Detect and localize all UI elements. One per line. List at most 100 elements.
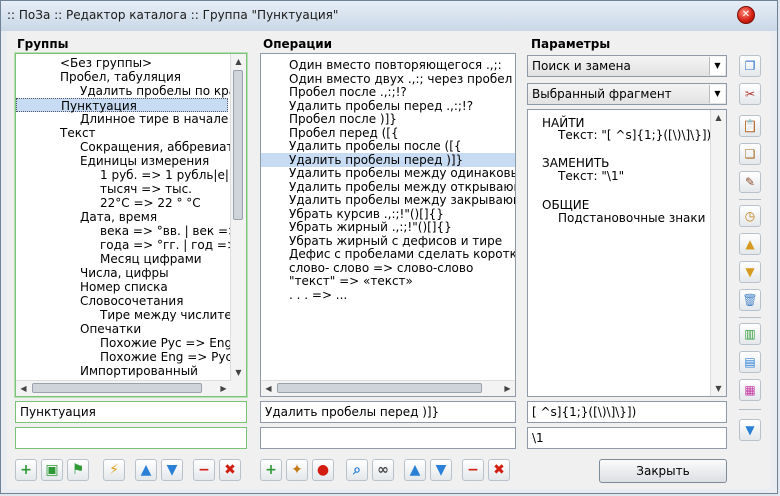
cut-icon[interactable]: ✂: [739, 83, 761, 105]
operations-list[interactable]: . . . => ... "текст" => «текст» слово- сло…: [260, 53, 516, 397]
groups-tree[interactable]: Импортированный Похожие Eng => Рус Похожие…: [15, 53, 247, 397]
trash-icon[interactable]: 🗑: [739, 289, 761, 311]
tree-item[interactable]: Дата, время: [16, 210, 157, 224]
group-name-field[interactable]: Пунктуация: [15, 401, 247, 423]
chevron-down-icon[interactable]: ▼: [709, 57, 725, 75]
list-item[interactable]: Дефис с пробелами сделать коротким: [261, 247, 515, 261]
like-icon[interactable]: ▲: [739, 233, 761, 255]
group-extra-field[interactable]: [15, 427, 247, 449]
groups-vscroll[interactable]: ▲ ▼: [230, 54, 246, 396]
delete-icon[interactable]: ✖: [219, 459, 241, 481]
add-folder-icon[interactable]: ▣: [41, 459, 63, 481]
tree-item[interactable]: Удалить пробелы по краям: [16, 84, 246, 98]
scroll-down-icon[interactable]: ▼: [711, 381, 726, 396]
remove-icon[interactable]: −: [462, 459, 484, 481]
chevron-down-icon[interactable]: ▼: [709, 85, 725, 103]
remove-icon[interactable]: −: [193, 459, 215, 481]
params-panel[interactable]: НАЙТИ Текст: "[ ^s]{1;}([\)\]\}])" ЗАМЕН…: [527, 109, 727, 397]
tree-item[interactable]: 1 руб. => 1 рубль|е|: [16, 168, 229, 182]
search-icon[interactable]: ⌕: [346, 459, 368, 481]
tree-item[interactable]: Сокращения, аббревиатуры: [16, 140, 246, 154]
scope-select[interactable]: Выбранный фрагмент ▼: [527, 83, 727, 105]
add-group-icon[interactable]: +: [15, 459, 37, 481]
delete-icon[interactable]: ✖: [488, 459, 510, 481]
dislike-icon[interactable]: ▼: [739, 261, 761, 283]
tree-item[interactable]: Импортированный: [16, 364, 198, 378]
tree-item[interactable]: Числа, цифры: [16, 266, 169, 280]
wand-icon[interactable]: ✦: [286, 459, 308, 481]
scroll-up-icon[interactable]: ▲: [231, 54, 246, 69]
tree-item[interactable]: Словосочетания: [16, 294, 183, 308]
close-icon[interactable]: ✕: [737, 6, 755, 24]
tree-item[interactable]: Похожие Eng => Рус: [16, 350, 232, 364]
clock-icon[interactable]: ◷: [739, 205, 761, 227]
list-item[interactable]: Один вместо повторяющегося .,;:: [261, 58, 502, 72]
tree-item[interactable]: века => °вв. | век =>: [16, 224, 238, 238]
tree-item[interactable]: Месяц цифрами: [16, 252, 202, 266]
flag-icon[interactable]: ⚑: [67, 459, 89, 481]
scroll-down-icon[interactable]: ▼: [231, 365, 246, 380]
operations-hscroll[interactable]: ◀ ▶: [261, 380, 515, 396]
list-item[interactable]: Убрать жирный с дефисов и тире: [261, 234, 502, 248]
list-item[interactable]: Убрать курсив .,:;!"()[]{}: [261, 207, 444, 221]
paste-icon[interactable]: ❏: [739, 143, 761, 165]
record-icon[interactable]: ●: [312, 459, 334, 481]
tree-item[interactable]: года => °гг. | год =>: [16, 238, 237, 252]
move-down-icon[interactable]: ▼: [430, 459, 452, 481]
operations-hscroll-thumb[interactable]: [277, 383, 482, 393]
groups-hscroll-thumb[interactable]: [32, 383, 202, 393]
list-item[interactable]: Пробел после .,:;!?: [261, 85, 407, 99]
panel-pink-icon[interactable]: ▦: [739, 379, 761, 401]
panel-green-icon[interactable]: ▥: [739, 323, 761, 345]
tree-item[interactable]: 22°C => 22 ° °C: [16, 196, 201, 210]
mode-select[interactable]: Поиск и замена ▼: [527, 55, 727, 77]
tree-item[interactable]: Похожие Рус => Eng: [16, 336, 232, 350]
scroll-left-icon[interactable]: ◀: [261, 381, 276, 396]
operation-name-field[interactable]: Удалить пробелы перед )]}: [260, 401, 516, 423]
scroll-right-icon[interactable]: ▶: [500, 381, 515, 396]
tree-item[interactable]: <Без группы>: [16, 56, 152, 70]
tree-item[interactable]: Единицы измерения: [16, 154, 209, 168]
add-operation-icon[interactable]: +: [260, 459, 282, 481]
flash-icon[interactable]: ⚡: [103, 459, 125, 481]
params-vscroll[interactable]: ▲ ▼: [710, 110, 726, 396]
list-item[interactable]: Удалить пробелы после ([{: [261, 139, 462, 153]
move-up-icon[interactable]: ▲: [135, 459, 157, 481]
groups-hscroll[interactable]: ◀ ▶: [16, 380, 231, 396]
find-field[interactable]: [ ^s]{1;}([\)\]\}]): [527, 401, 727, 423]
panel-blue-icon[interactable]: ▤: [739, 351, 761, 373]
clipboard-icon[interactable]: 📋: [739, 115, 761, 137]
groups-vscroll-thumb[interactable]: [233, 70, 243, 220]
list-item[interactable]: "текст" => «текст»: [261, 274, 413, 288]
list-item[interactable]: Удалить пробелы перед )]}: [261, 152, 515, 167]
replace-field[interactable]: \1: [527, 427, 727, 449]
tree-item[interactable]: Опечатки: [16, 322, 141, 336]
eraser-icon[interactable]: ✎: [739, 171, 761, 193]
list-item[interactable]: Удалить пробелы между открывающим: [261, 180, 515, 194]
tree-item[interactable]: Текст: [16, 126, 96, 140]
scroll-left-icon[interactable]: ◀: [16, 381, 31, 396]
tree-item[interactable]: тысяч => тыс.: [16, 182, 192, 196]
binoculars-icon[interactable]: ∞: [372, 459, 394, 481]
close-button[interactable]: Закрыть: [599, 459, 727, 483]
list-item[interactable]: Удалить пробелы перед .,:;!?: [261, 99, 473, 113]
tree-item[interactable]: Номер списка: [16, 280, 168, 294]
list-item[interactable]: Один вместо двух .,:; через пробел: [261, 72, 512, 86]
move-down-icon[interactable]: ▼: [161, 459, 183, 481]
list-item[interactable]: Удалить пробелы между одинаковыми: [261, 166, 515, 180]
scroll-right-icon[interactable]: ▶: [216, 381, 231, 396]
operation-extra-field[interactable]: [260, 427, 516, 449]
scroll-up-icon[interactable]: ▲: [711, 110, 726, 125]
copy-icon[interactable]: ❐: [739, 55, 761, 77]
list-item[interactable]: Пробел после )]}: [261, 112, 397, 126]
list-item[interactable]: Убрать жирный .,:;!"()[]{}: [261, 220, 452, 234]
tree-item[interactable]: Длинное тире в начале и: [16, 112, 240, 126]
list-item[interactable]: слово- слово => слово-слово: [261, 261, 473, 275]
list-item[interactable]: Удалить пробелы между закрывающим: [261, 193, 515, 207]
tree-item[interactable]: Пробел, табуляция: [16, 70, 181, 84]
list-item[interactable]: Пробел перед ([{: [261, 126, 399, 140]
list-item[interactable]: . . . => ...: [261, 288, 347, 302]
down-arrow-icon[interactable]: ▼: [739, 419, 761, 441]
tree-item[interactable]: Пунктуация: [16, 98, 228, 113]
tree-item[interactable]: Тире между числитель: [16, 308, 246, 322]
